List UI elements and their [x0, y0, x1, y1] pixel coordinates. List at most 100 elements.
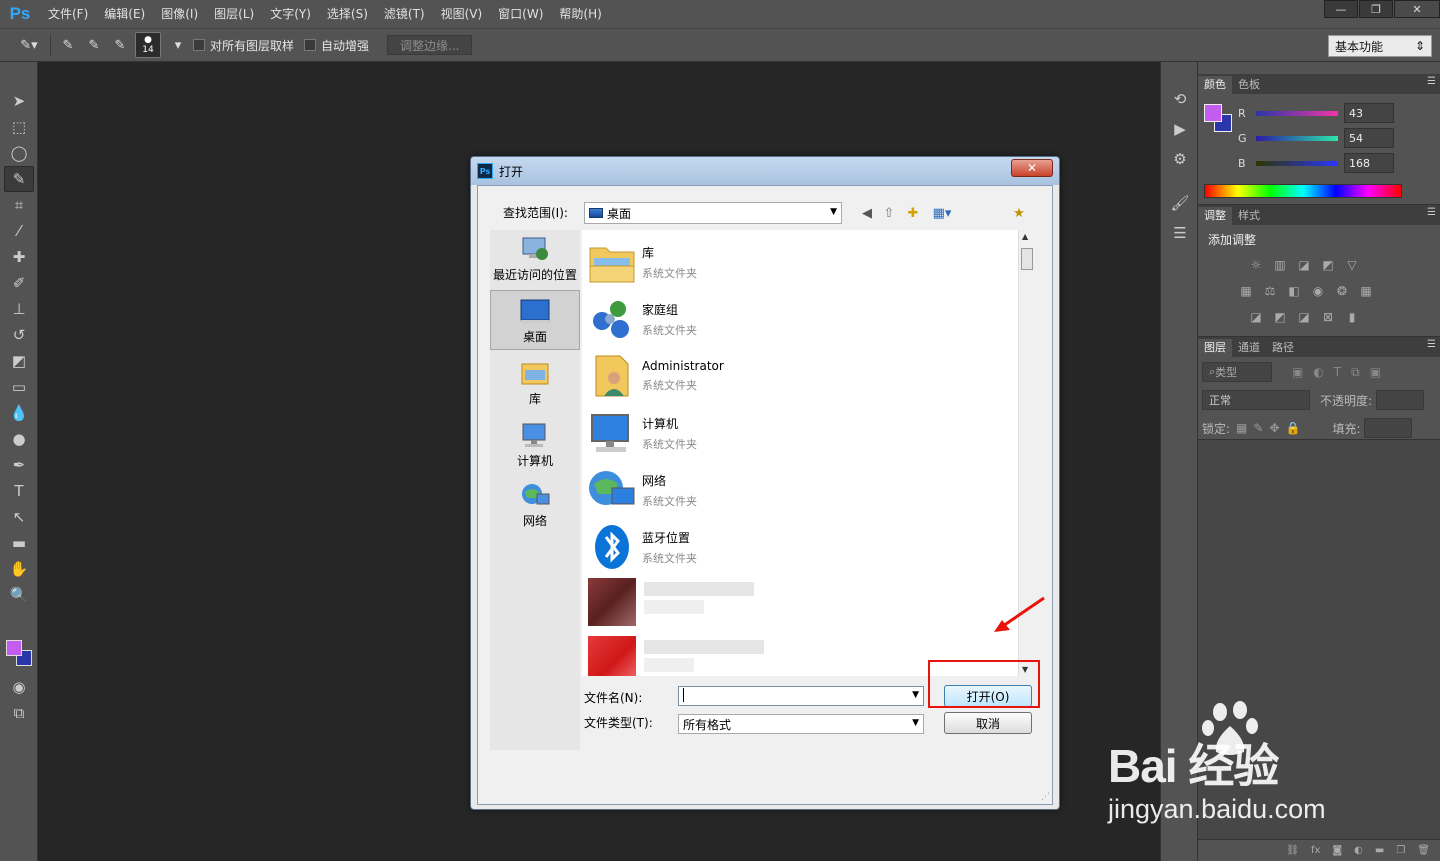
place-network[interactable]: 网络 — [490, 480, 580, 532]
blue-slider[interactable]: B 168 — [1238, 152, 1438, 174]
lasso-tool-icon[interactable]: ◯ — [4, 140, 34, 166]
new-selection-icon[interactable]: ✎ — [57, 34, 79, 56]
eyedropper-tool-icon[interactable]: ⁄ — [4, 218, 34, 244]
menu-image[interactable]: 图像(I) — [153, 0, 206, 28]
file-list[interactable]: 库系统文件夹 家庭组 系统文件夹 Administrator 系统文件夹 计算机 系统… — [582, 230, 1034, 676]
history-brush-tool-icon[interactable]: ↺ — [4, 322, 34, 348]
exposure-icon[interactable]: ◩ — [1318, 257, 1338, 273]
view-menu-icon[interactable]: ▦▾ — [928, 204, 956, 222]
fx-icon[interactable]: fx — [1311, 845, 1320, 856]
quick-mask-icon[interactable]: ◉ — [4, 674, 34, 700]
rectangle-tool-icon[interactable]: ▬ — [4, 530, 34, 556]
vibrance-icon[interactable]: ▽ — [1342, 257, 1362, 273]
back-icon[interactable]: ◀ — [858, 204, 876, 222]
filetype-select[interactable]: 所有格式 ▼ — [678, 714, 924, 734]
gradient-map-icon[interactable]: ▮ — [1342, 309, 1362, 325]
place-desktop[interactable]: 桌面 — [490, 290, 580, 350]
type-tool-icon[interactable]: T — [4, 478, 34, 504]
brush-size-picker[interactable]: ● 14 — [135, 32, 161, 58]
refine-edge-button[interactable]: 调整边缘... — [387, 35, 473, 55]
blend-mode-select[interactable]: 正常 — [1202, 390, 1310, 410]
list-item[interactable]: 蓝牙位置 系统文件夹 — [588, 519, 1008, 575]
curves-icon[interactable]: ◪ — [1294, 257, 1314, 273]
brush-tool-icon[interactable]: ✐ — [4, 270, 34, 296]
history-panel-icon[interactable]: ⟲ — [1161, 84, 1199, 114]
foreground-color-swatch[interactable] — [1204, 104, 1222, 122]
brush-panel-icon[interactable]: 🖌 — [1161, 188, 1199, 218]
up-folder-icon[interactable]: ⇧ — [880, 204, 898, 222]
clone-stamp-tool-icon[interactable]: ⊥ — [4, 296, 34, 322]
link-icon[interactable]: ⛓ — [1286, 845, 1299, 856]
place-library[interactable]: 库 — [490, 358, 580, 408]
scroll-thumb[interactable] — [1021, 248, 1033, 270]
path-selection-tool-icon[interactable]: ↖ — [4, 504, 34, 530]
new-folder-icon[interactable]: ✚ — [904, 204, 922, 222]
levels-icon[interactable]: ▥ — [1270, 257, 1290, 273]
dialog-titlebar[interactable]: Ps 打开 ✕ — [471, 157, 1059, 185]
workspace-select[interactable]: 基本功能 ⇕ — [1328, 35, 1432, 57]
dialog-close-button[interactable]: ✕ — [1011, 159, 1053, 177]
menu-window[interactable]: 窗口(W) — [490, 0, 551, 28]
restore-button[interactable]: ❐ — [1359, 0, 1393, 18]
blurred-file-item[interactable] — [588, 636, 768, 676]
blurred-file-item[interactable] — [588, 578, 758, 628]
sample-all-layers-checkbox[interactable]: 对所有图层取样 — [193, 37, 294, 54]
eraser-tool-icon[interactable]: ◩ — [4, 348, 34, 374]
mask-icon[interactable]: ◙ — [1332, 845, 1342, 856]
quick-selection-tool-icon[interactable]: ✎ — [4, 166, 34, 192]
tab-paths[interactable]: 路径 — [1266, 339, 1300, 357]
filename-input[interactable]: ▼ — [678, 686, 924, 706]
menu-layer[interactable]: 图层(L) — [206, 0, 262, 28]
blue-track[interactable] — [1256, 160, 1338, 166]
lock-icons[interactable]: ▦✎✥🔒 — [1236, 421, 1306, 435]
threshold-icon[interactable]: ◪ — [1294, 309, 1314, 325]
panel-menu-icon[interactable]: ☰ — [1427, 339, 1436, 350]
move-tool-icon[interactable]: ➤ — [4, 88, 34, 114]
zoom-tool-icon[interactable]: 🔍 — [4, 582, 34, 608]
channel-mixer-icon[interactable]: ❂ — [1332, 283, 1352, 299]
foreground-color-swatch[interactable] — [6, 640, 22, 656]
panel-menu-icon[interactable]: ☰ — [1427, 207, 1436, 218]
fill-input[interactable] — [1364, 418, 1413, 438]
black-white-icon[interactable]: ◧ — [1284, 283, 1304, 299]
checkbox-box[interactable] — [304, 39, 317, 51]
brightness-icon[interactable]: ☼ — [1246, 257, 1266, 273]
brush-dropdown-icon[interactable]: ▾ — [167, 34, 189, 56]
list-item[interactable]: 计算机 系统文件夹 — [588, 405, 1008, 461]
auto-enhance-checkbox[interactable]: 自动增强 — [304, 37, 369, 54]
menu-filter[interactable]: 滤镜(T) — [376, 0, 433, 28]
menu-view[interactable]: 视图(V) — [433, 0, 491, 28]
pen-tool-icon[interactable]: ✒ — [4, 452, 34, 478]
trash-icon[interactable]: 🗑 — [1417, 845, 1430, 856]
selective-color-icon[interactable]: ⊠ — [1318, 309, 1338, 325]
color-lookup-icon[interactable]: ▦ — [1356, 283, 1376, 299]
green-value[interactable]: 54 — [1344, 128, 1394, 148]
layer-filter-icons[interactable]: ▣◐T⧉▣ — [1292, 365, 1391, 380]
photo-filter-icon[interactable]: ◉ — [1308, 283, 1328, 299]
tab-color[interactable]: 颜色 — [1198, 76, 1232, 94]
tab-channels[interactable]: 通道 — [1232, 339, 1266, 357]
healing-brush-tool-icon[interactable]: ✚ — [4, 244, 34, 270]
list-item[interactable]: 网络 系统文件夹 — [588, 462, 1008, 518]
place-computer[interactable]: 计算机 — [490, 420, 580, 472]
green-slider[interactable]: G 54 — [1238, 127, 1438, 149]
scroll-up-icon[interactable]: ▲ — [1022, 232, 1028, 241]
red-slider[interactable]: R 43 — [1238, 102, 1438, 124]
tab-adjustments[interactable]: 调整 — [1198, 207, 1232, 225]
favorite-folder-icon[interactable]: ★ — [1010, 204, 1028, 222]
list-item[interactable]: 家庭组 系统文件夹 — [588, 291, 1008, 347]
actions-panel-icon[interactable]: ▶ — [1161, 114, 1199, 144]
tab-layers[interactable]: 图层 — [1198, 339, 1232, 357]
menu-help[interactable]: 帮助(H) — [551, 0, 609, 28]
hand-tool-icon[interactable]: ✋ — [4, 556, 34, 582]
panel-menu-icon[interactable]: ☰ — [1427, 76, 1436, 87]
adjustment-layer-icon[interactable]: ◐ — [1354, 845, 1363, 856]
posterize-icon[interactable]: ◩ — [1270, 309, 1290, 325]
color-balance-icon[interactable]: ⚖ — [1260, 283, 1280, 299]
resize-grip-icon[interactable]: ⋰ — [1041, 792, 1050, 802]
dodge-tool-icon[interactable]: ● — [4, 426, 34, 452]
place-recent[interactable]: 最近访问的位置 — [490, 234, 580, 286]
new-layer-icon[interactable]: ❐ — [1396, 845, 1405, 856]
properties-panel-icon[interactable]: ⚙ — [1161, 144, 1199, 174]
close-button[interactable]: ✕ — [1394, 0, 1440, 18]
